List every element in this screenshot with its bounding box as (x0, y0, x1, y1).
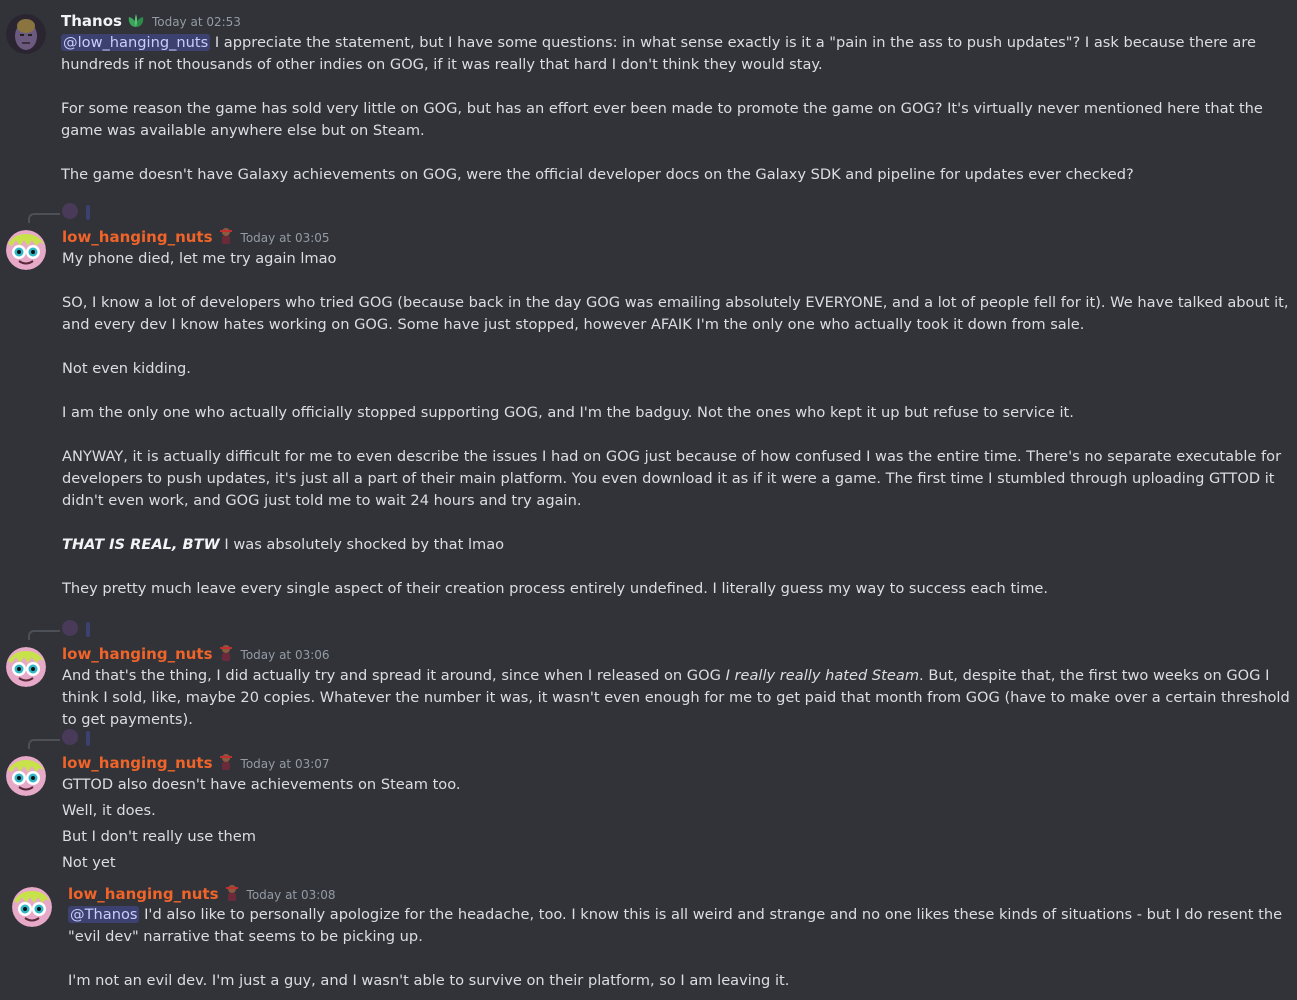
avatar[interactable] (6, 14, 46, 54)
reply-mention (86, 622, 90, 637)
reply-avatar (62, 620, 78, 636)
message-line: GTTOD also doesn't have achievements on … (62, 776, 461, 793)
message-paragraph: They pretty much leave every single aspe… (62, 580, 1049, 597)
avatar[interactable] (12, 887, 52, 927)
timestamp[interactable]: Today at 03:08 (247, 888, 336, 902)
message-paragraph: My phone died, let me try again lmao (62, 250, 337, 267)
mention[interactable]: @Thanos (68, 906, 140, 923)
message-line: Well, it does. (62, 802, 156, 819)
message-text: I appreciate the statement, but I have s… (61, 34, 1256, 73)
username[interactable]: low_hanging_nuts (68, 885, 219, 903)
message-paragraph: SO, I know a lot of developers who tried… (62, 294, 1289, 333)
reply-avatar (62, 203, 78, 219)
message-paragraph: And that's the thing, I did actually try… (62, 665, 1291, 731)
reply-preview[interactable] (0, 203, 1297, 223)
message-paragraph: ANYWAY, it is actually difficult for me … (62, 448, 1282, 509)
reply-avatar (62, 729, 78, 745)
reply-mention (86, 205, 90, 220)
reply-preview[interactable] (0, 620, 1297, 640)
message-text: And that's the thing, I did actually try… (62, 667, 726, 684)
italic-text: I really really hated Steam (725, 667, 920, 684)
username[interactable]: low_hanging_nuts (62, 754, 213, 772)
bold-italic-text: THAT IS REAL, BTW (62, 536, 220, 553)
message-paragraph: Not even kidding. (62, 360, 191, 377)
avatar[interactable] (6, 230, 46, 270)
message-line: Not yet (62, 854, 116, 871)
mention[interactable]: @low_hanging_nuts (61, 34, 211, 51)
message-line: But I don't really use them (62, 828, 257, 845)
reply-mention (86, 731, 90, 746)
message-paragraph: I'm not an evil dev. I'm just a guy, and… (68, 972, 790, 989)
timestamp[interactable]: Today at 03:06 (241, 648, 330, 662)
message-text: I'd also like to personally apologize fo… (68, 906, 1283, 945)
message-paragraph: @low_hanging_nuts I appreciate the state… (61, 32, 1291, 76)
message-paragraph: I am the only one who actually officiall… (62, 404, 1074, 421)
message-paragraph: @Thanos I'd also like to personally apol… (68, 904, 1291, 948)
timestamp[interactable]: Today at 03:05 (241, 231, 330, 245)
message-paragraph: For some reason the game has sold very l… (61, 100, 1263, 139)
message-paragraph: THAT IS REAL, BTW I was absolutely shock… (62, 534, 1291, 556)
username[interactable]: Thanos (61, 12, 122, 30)
username[interactable]: low_hanging_nuts (62, 645, 213, 663)
avatar[interactable] (6, 647, 46, 687)
timestamp[interactable]: Today at 03:07 (241, 757, 330, 771)
message-paragraph: The game doesn't have Galaxy achievement… (61, 166, 1134, 183)
avatar[interactable] (6, 756, 46, 796)
message-text: I was absolutely shocked by that lmao (219, 536, 505, 553)
reply-preview[interactable] (0, 729, 1297, 749)
username[interactable]: low_hanging_nuts (62, 228, 213, 246)
timestamp[interactable]: Today at 02:53 (152, 15, 241, 29)
